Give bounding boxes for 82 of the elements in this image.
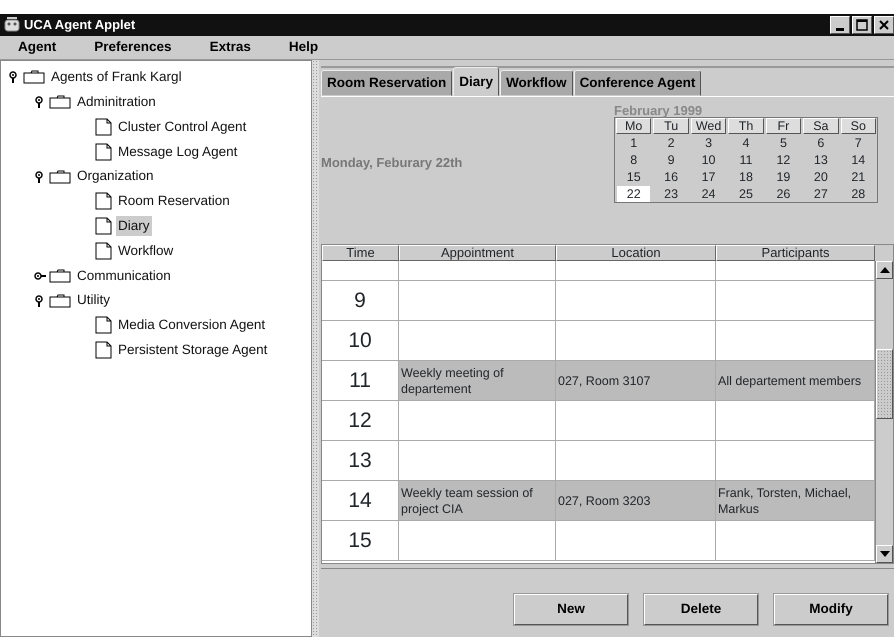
tab[interactable]: Workflow <box>500 70 573 96</box>
weekday-header: So <box>840 118 876 134</box>
splitter-handle[interactable] <box>312 60 319 637</box>
tree-item[interactable]: Utility <box>75 290 112 311</box>
table-cell: 027, Room 3203 <box>556 481 716 520</box>
app-icon <box>4 17 20 33</box>
hour-label: 14 <box>348 492 372 508</box>
folder-icon <box>49 268 71 283</box>
table-row[interactable]: 14 Weekly team session of project CIA 027, Room 3203 Frank, Torsten, Michael, Markus <box>322 481 875 521</box>
table-row[interactable]: 12 <box>322 401 875 441</box>
close-icon <box>879 20 889 30</box>
menu-item[interactable]: Extras <box>210 37 251 58</box>
table-cell: All departement members <box>716 361 875 400</box>
scroll-up-button[interactable] <box>876 261 893 279</box>
tree-item[interactable]: Workflow <box>116 240 176 262</box>
document-icon <box>95 316 112 334</box>
hour-label: 10 <box>348 332 372 348</box>
table-cell: 027, Room 3107 <box>556 361 716 400</box>
column-header[interactable]: Location <box>556 245 716 261</box>
action-button[interactable]: New <box>514 594 628 625</box>
date-label: Monday, Feburary 22th <box>321 154 464 172</box>
up-arrow-icon <box>880 267 890 273</box>
hour-label: 9 <box>354 292 366 308</box>
folder-icon <box>49 294 71 308</box>
tree-item[interactable]: Diary <box>116 216 152 236</box>
menu-item[interactable]: Preferences <box>94 37 172 58</box>
column-header[interactable]: Time <box>322 245 399 261</box>
weekday-header: Sa <box>803 118 839 134</box>
column-header[interactable]: Participants <box>716 245 875 261</box>
table-cell: Weekly team session of project CIA <box>399 481 556 520</box>
tab[interactable]: Room Reservation <box>321 70 452 96</box>
down-arrow-icon <box>880 551 890 557</box>
calendar-day[interactable]: 22 <box>617 186 650 202</box>
tree-item[interactable]: Message Log Agent <box>116 142 240 162</box>
hour-label: 11 <box>349 372 371 388</box>
hour-label: 13 <box>348 452 372 468</box>
tree-item[interactable]: Persistent Storage Agent <box>116 340 270 360</box>
scroll-down-button[interactable] <box>876 545 893 563</box>
minimize-button[interactable] <box>830 16 850 34</box>
tree-item[interactable]: Organization <box>75 166 156 187</box>
folder-icon <box>49 170 71 184</box>
table-row[interactable]: 11 Weekly meeting of departement 027, Room 3107 All departement members <box>322 361 875 401</box>
document-icon <box>95 142 112 161</box>
close-button[interactable] <box>874 16 894 34</box>
hour-label: 15 <box>348 532 372 548</box>
menu-item[interactable]: Help <box>288 37 318 58</box>
table-row[interactable]: 15 <box>322 521 875 561</box>
collapsed-handle-icon[interactable] <box>34 270 46 282</box>
window-title: UCA Agent Applet <box>24 16 136 34</box>
weekday-header: Fr <box>766 118 802 134</box>
document-icon <box>95 242 112 260</box>
action-button[interactable]: Delete <box>644 594 758 625</box>
folder-icon <box>23 70 45 84</box>
hour-label: 12 <box>348 412 372 428</box>
menu-item[interactable]: Agent <box>18 37 56 58</box>
tab[interactable]: Conference Agent <box>574 70 702 96</box>
tree-item[interactable]: Communication <box>75 266 173 286</box>
folder-icon <box>49 95 71 110</box>
tree-item[interactable]: Adminitration <box>75 92 158 112</box>
weekday-header: Mo <box>616 118 652 134</box>
tree-item[interactable]: Agents of Frank Kargl <box>49 67 184 88</box>
action-button[interactable]: Modify <box>774 594 888 625</box>
document-icon <box>95 341 112 360</box>
document-icon <box>95 118 112 136</box>
scrollbar-thumb[interactable] <box>876 349 893 419</box>
tree-item[interactable]: Cluster Control Agent <box>116 116 248 138</box>
weekday-header: Tu <box>653 118 689 134</box>
weekday-header: Wed <box>690 118 726 134</box>
tree-item[interactable]: Media Conversion Agent <box>116 315 268 336</box>
weekday-header: Th <box>728 118 764 134</box>
document-icon <box>95 192 112 210</box>
document-icon <box>95 217 112 236</box>
maximize-icon <box>856 19 868 31</box>
table-row[interactable]: 9 <box>322 281 875 321</box>
calendar-month-label: February 1999 <box>614 102 704 117</box>
tab[interactable]: Diary <box>453 66 500 96</box>
column-header[interactable]: Appointment <box>399 245 556 261</box>
table-cell: Frank, Torsten, Michael, Markus <box>716 481 875 520</box>
minimize-icon <box>836 28 844 30</box>
tree-item[interactable]: Room Reservation <box>116 191 232 212</box>
maximize-button[interactable] <box>852 16 872 34</box>
table-cell: Weekly meeting of departement <box>399 361 556 400</box>
